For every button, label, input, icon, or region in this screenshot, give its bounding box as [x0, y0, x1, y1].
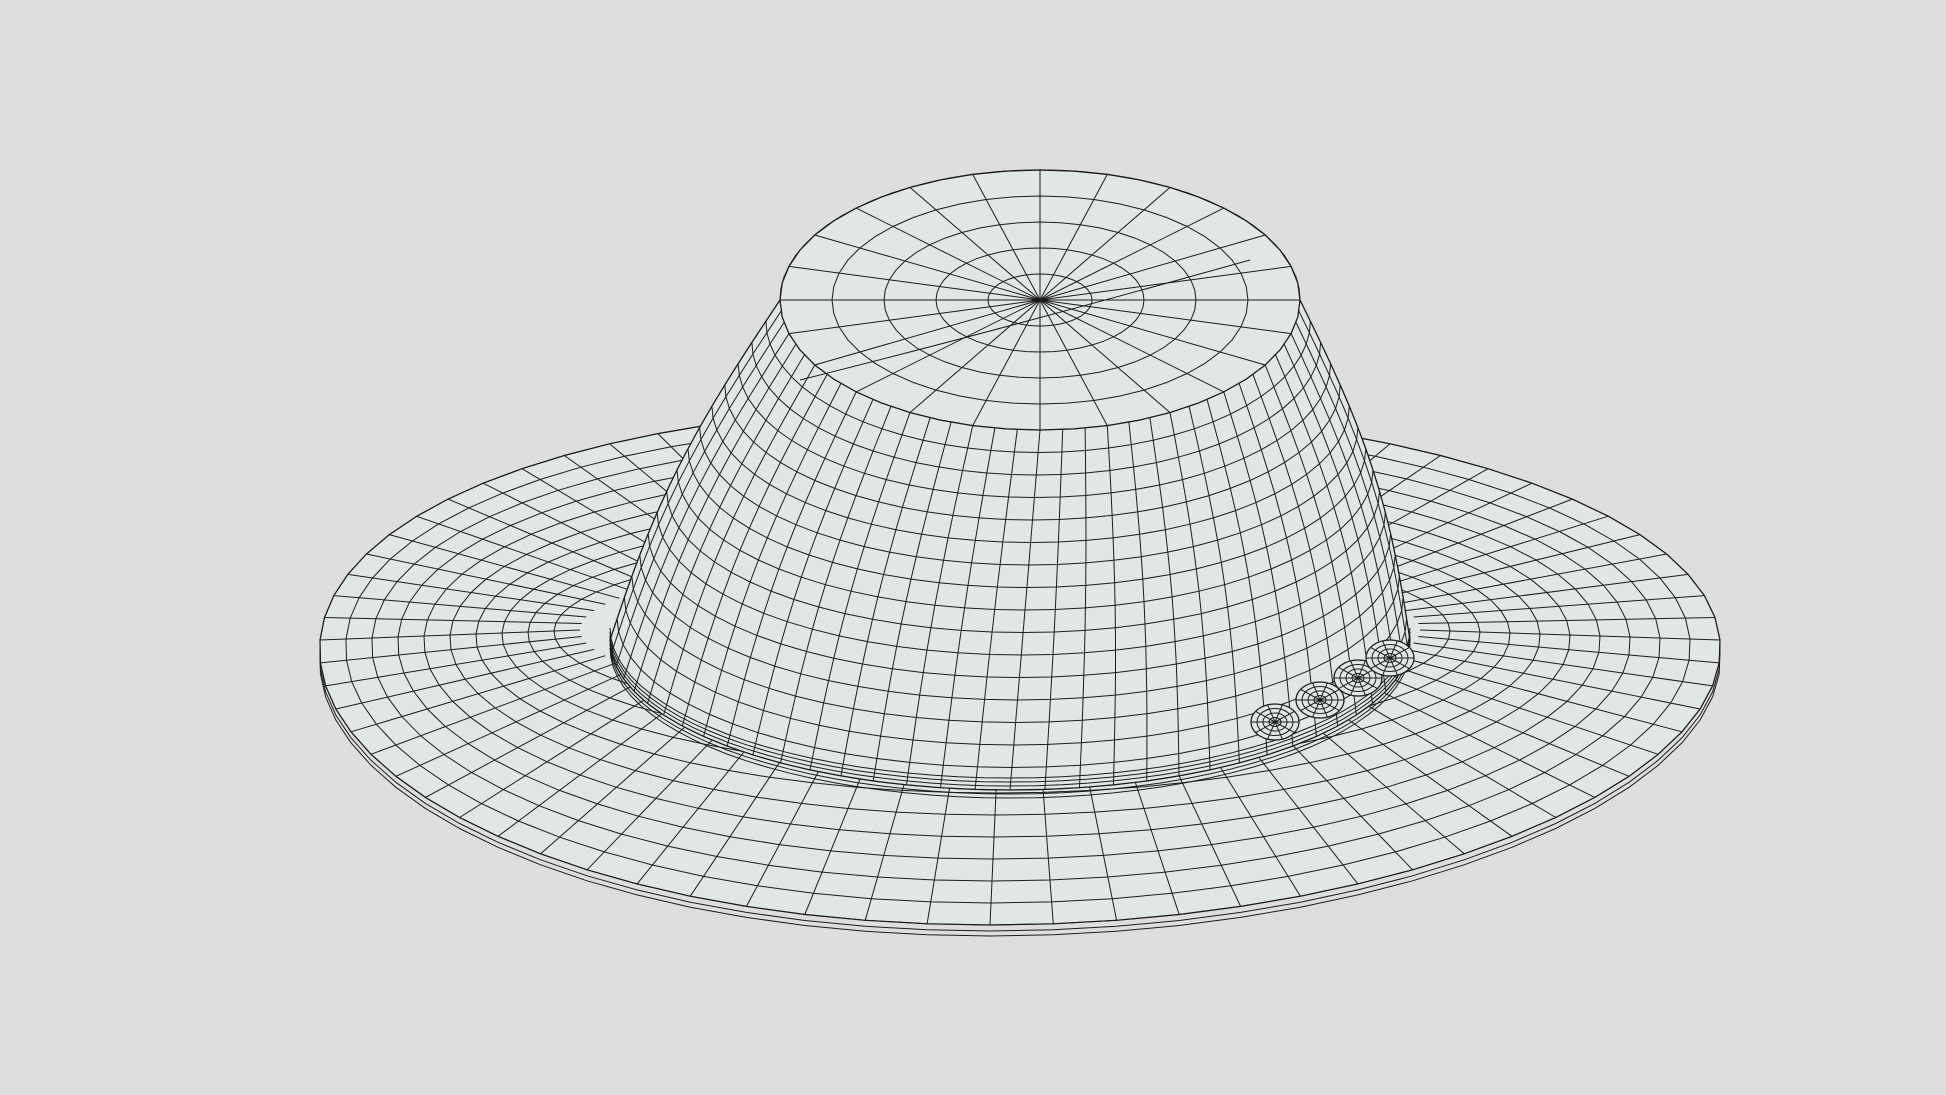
viewport-3d[interactable] [0, 0, 1946, 1095]
band-knot [1250, 703, 1300, 741]
hat-wireframe-model [319, 169, 1721, 937]
band-knot [1365, 639, 1415, 677]
hat-crown [609, 169, 1411, 791]
